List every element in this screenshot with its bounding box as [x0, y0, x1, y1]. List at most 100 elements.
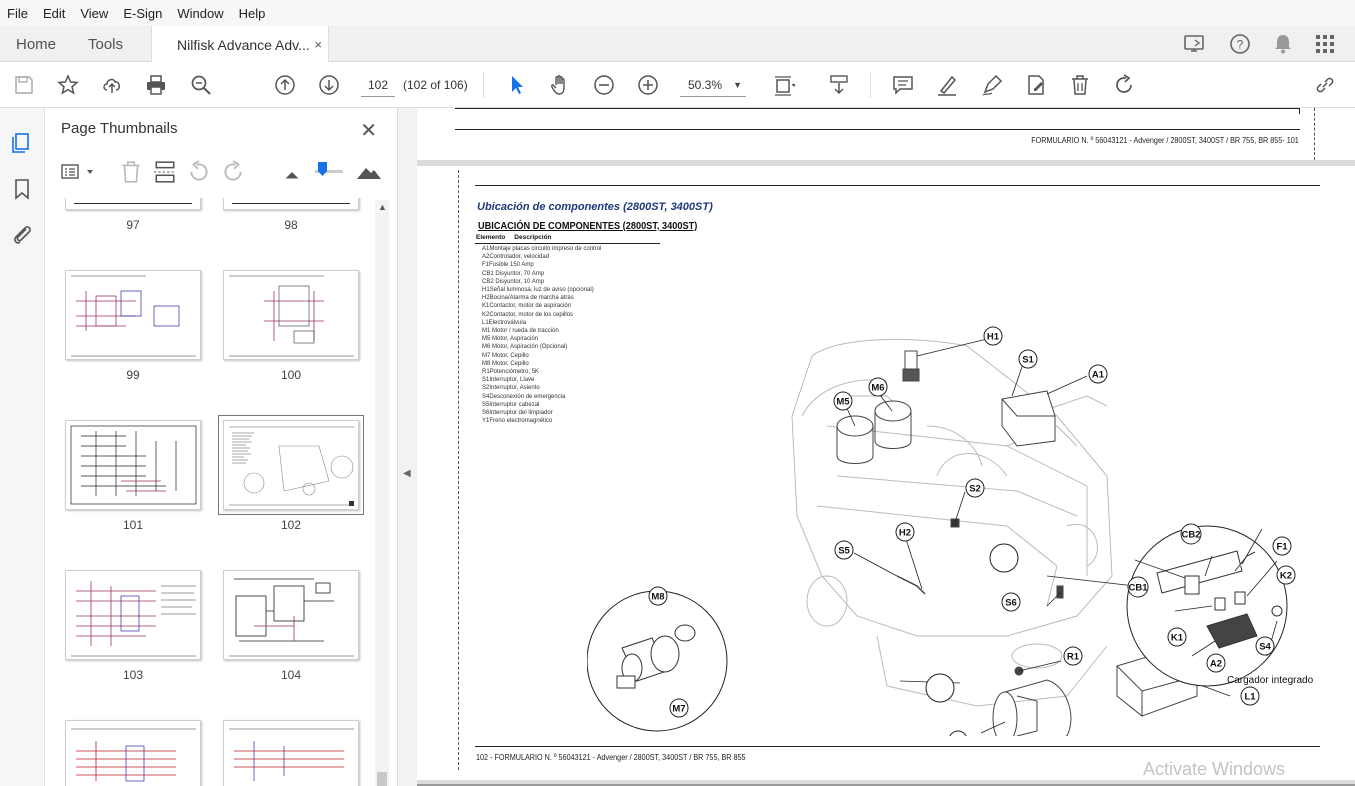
svg-text:H1: H1: [987, 332, 1000, 343]
callout-m6: M6: [868, 377, 888, 397]
thumbnail-toolbar: [45, 154, 385, 194]
edit-document-icon[interactable]: [1024, 73, 1048, 97]
thumbnail-page-97[interactable]: [65, 198, 201, 210]
previous-page-footer: FORMULARIO N. º 56043121 - Advenger / 28…: [1031, 135, 1299, 145]
navigation-rail: [0, 108, 45, 786]
component-item: A2Controlador, velocidad: [482, 254, 550, 261]
page-thumbnails-panel: Page Thumbnails ✕ 97 98 99 100 101 102 1…: [45, 108, 398, 786]
thumbnail-page-98[interactable]: [223, 198, 359, 210]
page-rule: [475, 746, 1320, 747]
collapse-arrow-icon: ◀: [403, 468, 411, 479]
menu-help[interactable]: Help: [239, 6, 266, 21]
component-item: CB1 Disyuntor, 70 Amp: [482, 270, 545, 277]
callout-a1: A1: [1088, 364, 1108, 384]
select-cursor-icon[interactable]: [505, 73, 529, 97]
sign-pen-icon[interactable]: [980, 73, 1004, 97]
rotate-right-icon[interactable]: [221, 160, 245, 184]
rotate-left-icon[interactable]: [187, 160, 211, 184]
comment-icon[interactable]: [891, 73, 915, 97]
page-number-input[interactable]: 102: [361, 73, 395, 97]
scroll-mode-icon[interactable]: [827, 73, 851, 97]
callout-a2: A2: [1206, 653, 1226, 673]
scroll-up-icon[interactable]: ▲: [378, 202, 387, 212]
col-element: Elemento: [476, 234, 506, 241]
component-item: M1 Motor / rueda de tracción: [482, 328, 559, 334]
delete-page-icon[interactable]: [119, 160, 143, 184]
table-rule: [475, 243, 660, 244]
thumbnail-page-99[interactable]: [65, 270, 201, 360]
scrollbar-thumb[interactable]: [377, 772, 387, 786]
thumbnails-scrollbar[interactable]: ▲: [375, 200, 389, 786]
close-icon[interactable]: ✕: [360, 118, 377, 143]
callout-h2: H2: [895, 522, 915, 542]
rotate-icon[interactable]: [1112, 73, 1136, 97]
callout-cb2: CB2: [1180, 523, 1202, 545]
attachments-icon[interactable]: [11, 223, 33, 245]
thumbnail-page-105[interactable]: [65, 720, 201, 786]
next-page-icon[interactable]: [317, 73, 341, 97]
thumbnail-page-100[interactable]: [223, 270, 359, 360]
thumbnail-label: 104: [280, 668, 302, 682]
current-page-footer: 102 - FORMULARIO N. º 56043121 - Advenge…: [476, 752, 746, 762]
tab-home[interactable]: Home: [16, 26, 56, 62]
zoom-level-select[interactable]: 50.3% ▼: [680, 73, 746, 97]
thumbnail-label: 103: [122, 668, 144, 682]
callout-m5: M5: [833, 391, 853, 411]
highlight-pen-icon[interactable]: [935, 73, 959, 97]
share-screen-icon[interactable]: [1183, 33, 1207, 55]
thumbnail-page-101[interactable]: [65, 420, 201, 510]
menu-view[interactable]: View: [80, 6, 108, 21]
page-thumbnails-icon[interactable]: [11, 132, 33, 154]
component-item: R1Potenciómetro, 5K: [482, 369, 540, 375]
thumbnails-list: 97 98 99 100 101 102 103 104: [45, 198, 380, 786]
panel-collapse-handle[interactable]: ◀: [398, 108, 417, 786]
save-icon[interactable]: [12, 73, 36, 97]
thumbnail-page-102-selected[interactable]: [218, 415, 364, 515]
thumbnail-page-103[interactable]: [65, 570, 201, 660]
hand-tool-icon[interactable]: [548, 73, 572, 97]
zoom-out-icon[interactable]: [592, 73, 616, 97]
delete-trash-icon[interactable]: [1068, 73, 1092, 97]
toolbar-divider: [870, 72, 871, 98]
svg-text:S2: S2: [969, 484, 981, 495]
bookmarks-icon[interactable]: [11, 178, 33, 200]
previous-page-icon[interactable]: [273, 73, 297, 97]
thumbnail-label: 98: [284, 218, 298, 232]
tab-close-icon[interactable]: ×: [314, 37, 322, 52]
main-toolbar: 102 (102 of 106) 50.3% ▼: [0, 62, 1355, 108]
cloud-upload-icon[interactable]: [100, 73, 124, 97]
help-icon[interactable]: ?: [1229, 33, 1251, 55]
share-link-icon[interactable]: [1313, 73, 1337, 97]
page-fit-icon[interactable]: [772, 73, 796, 97]
thumbnail-page-106[interactable]: [223, 720, 359, 786]
slider-handle[interactable]: [318, 162, 327, 176]
tab-document[interactable]: Nilfisk Advance Adv... ×: [151, 26, 329, 63]
apps-grid-icon[interactable]: [1315, 34, 1335, 54]
zoom-in-icon[interactable]: [636, 73, 660, 97]
document-viewer[interactable]: FORMULARIO N. º 56043121 - Advenger / 28…: [417, 108, 1355, 786]
menu-file[interactable]: File: [7, 6, 28, 21]
callout-s2: S2: [965, 478, 985, 498]
extract-page-icon[interactable]: [153, 160, 177, 184]
component-item: S1Interruptor, Llave: [482, 377, 535, 384]
svg-text:CB2: CB2: [1181, 530, 1200, 541]
thumbnail-smaller-icon[interactable]: [280, 160, 304, 184]
thumbnail-options-icon[interactable]: [61, 160, 95, 184]
tab-tools[interactable]: Tools: [88, 26, 123, 62]
menu-window[interactable]: Window: [177, 6, 223, 21]
menu-esign[interactable]: E-Sign: [123, 6, 162, 21]
callout-y1: Y1: [949, 730, 967, 736]
callout-h1: H1: [983, 326, 1003, 346]
print-icon[interactable]: [144, 73, 168, 97]
notification-bell-icon[interactable]: [1273, 33, 1293, 55]
thumbnail-page-104[interactable]: [223, 570, 359, 660]
component-item: L1Electroválvula: [482, 319, 527, 326]
svg-text:S4: S4: [1259, 642, 1271, 653]
tab-document-label: Nilfisk Advance Adv...: [177, 36, 310, 53]
zoom-search-icon[interactable]: [189, 73, 213, 97]
menu-edit[interactable]: Edit: [43, 6, 65, 21]
component-item: S4Desconexión de emergencia: [482, 393, 566, 400]
thumbnail-larger-icon[interactable]: [355, 160, 383, 184]
bookmark-star-icon[interactable]: [56, 73, 80, 97]
component-item: M5 Motor, Aspiración: [482, 336, 539, 343]
